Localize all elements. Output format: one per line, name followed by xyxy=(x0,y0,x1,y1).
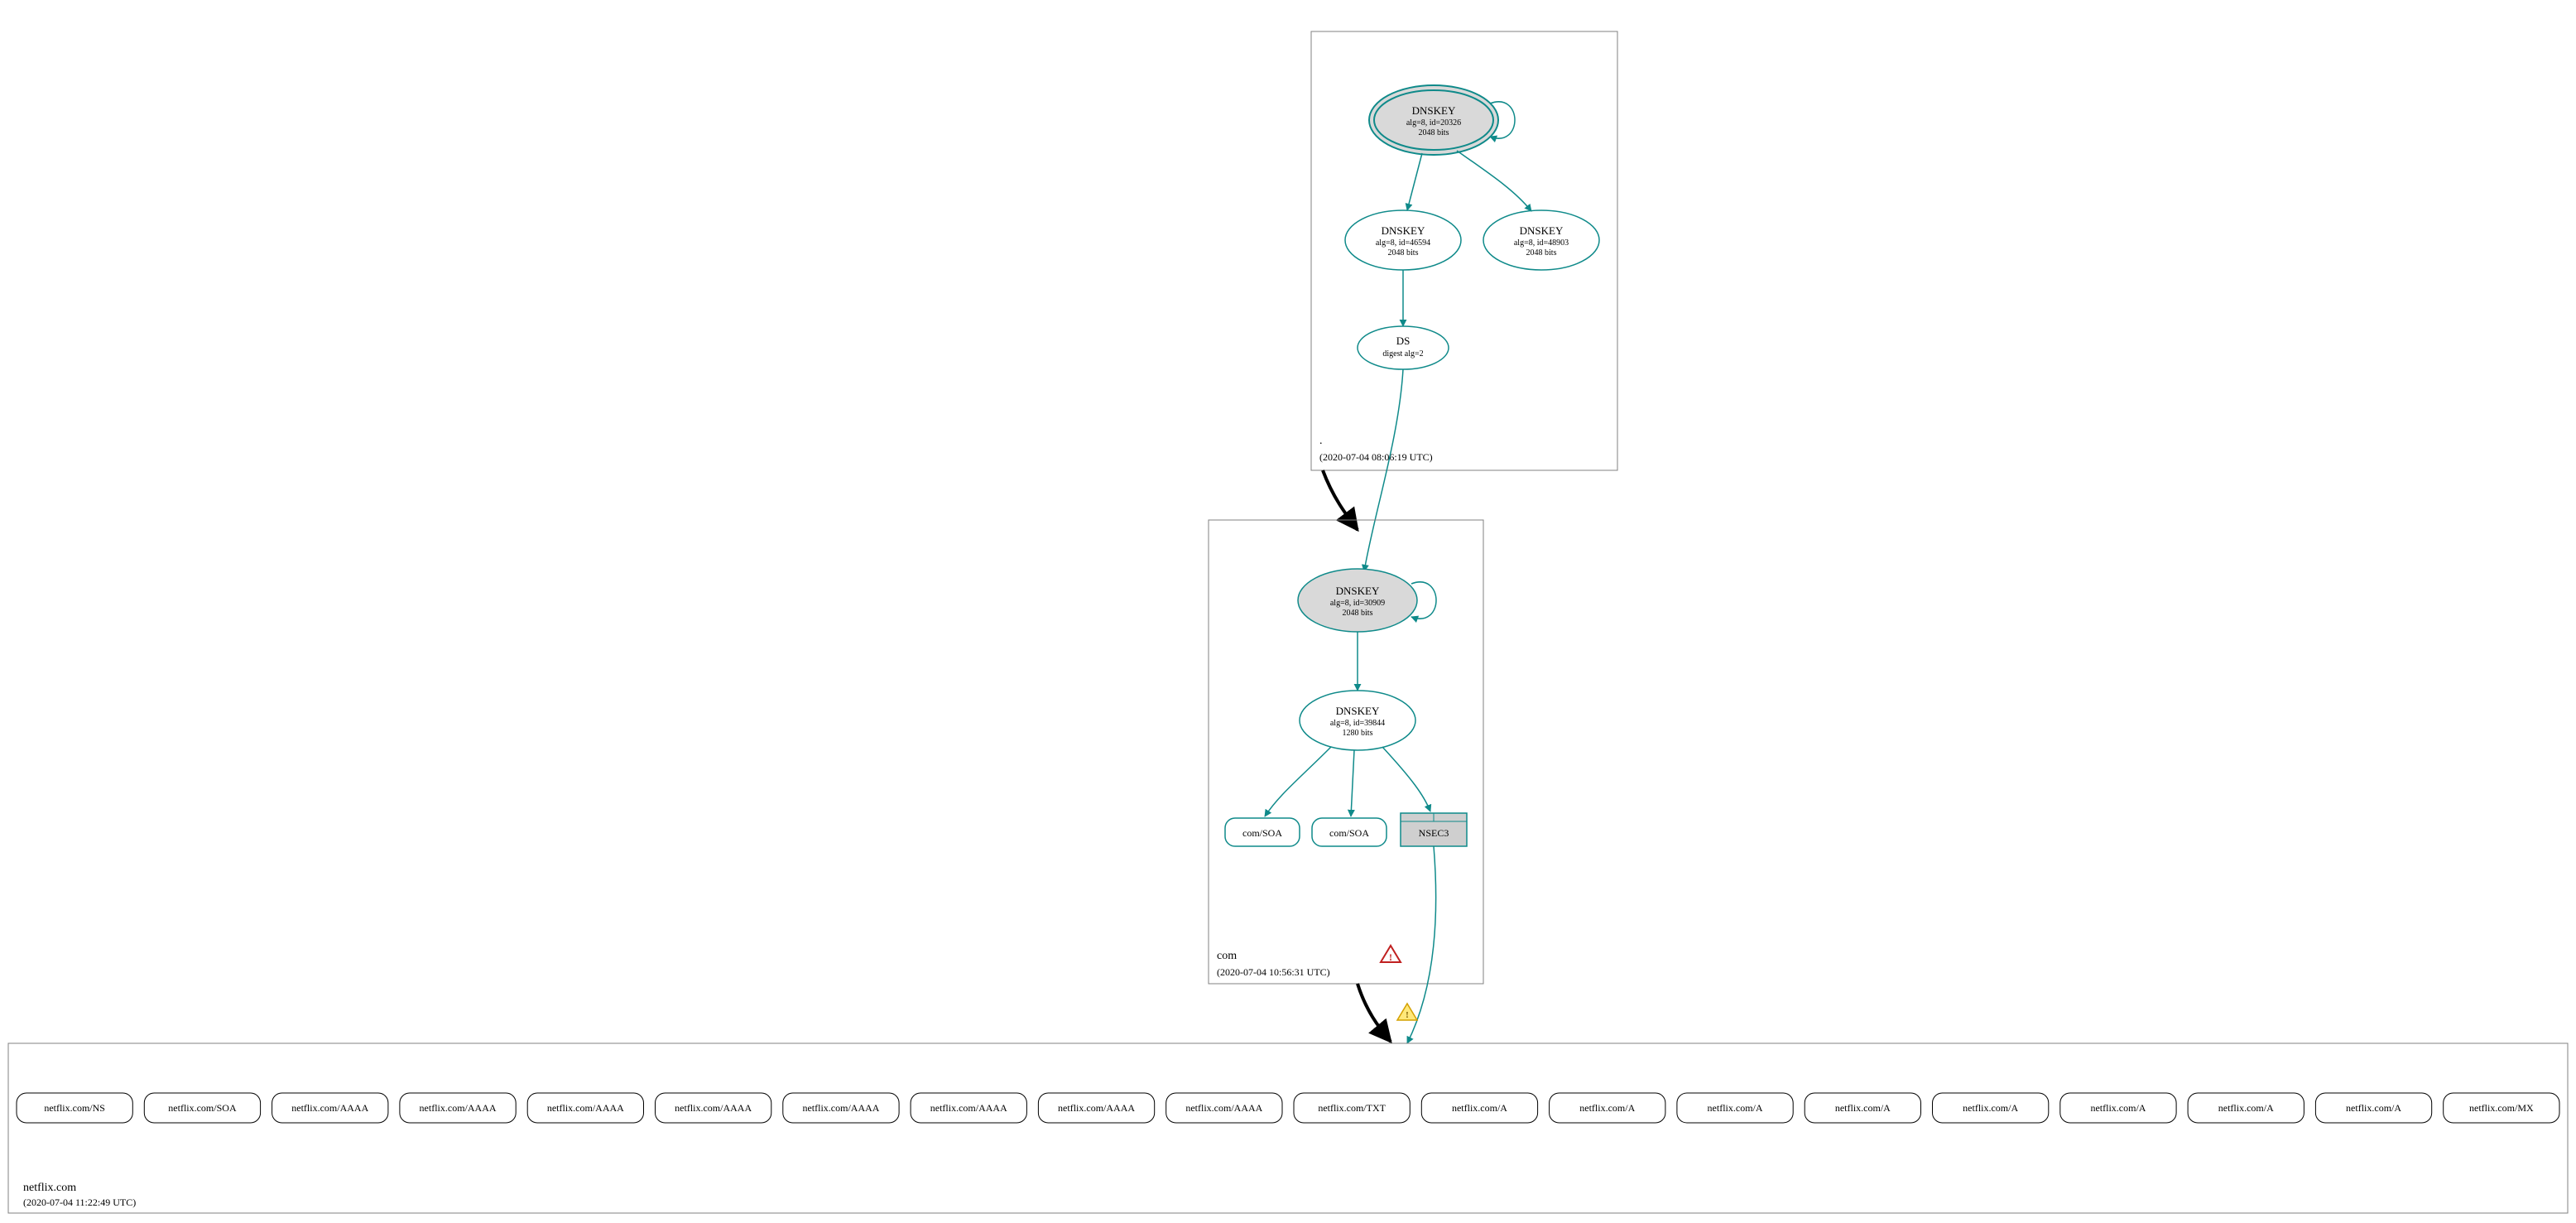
record-label: netflix.com/MX xyxy=(2469,1102,2534,1114)
svg-text:com/SOA: com/SOA xyxy=(1242,827,1282,839)
zone-root-name: . xyxy=(1319,435,1323,447)
node-root-ds: DS digest alg=2 xyxy=(1358,326,1449,369)
zone-com-name: com xyxy=(1217,950,1237,962)
node-root-zsk1: DNSKEY alg=8, id=46594 2048 bits xyxy=(1345,210,1461,270)
record-box: netflix.com/AAAA xyxy=(400,1093,516,1123)
svg-text:DNSKEY: DNSKEY xyxy=(1336,585,1380,597)
edge-com-to-netflix-box xyxy=(1358,984,1391,1042)
svg-text:1280 bits: 1280 bits xyxy=(1343,729,1373,738)
record-box: netflix.com/AAAA xyxy=(1166,1093,1282,1123)
record-box: netflix.com/A xyxy=(2060,1093,2176,1123)
svg-text:DS: DS xyxy=(1396,335,1411,347)
edge-com-zsk-soa1 xyxy=(1265,747,1331,816)
zone-com-timestamp: (2020-07-04 10:56:31 UTC) xyxy=(1217,966,1330,978)
edge-root-to-com-box xyxy=(1323,470,1358,530)
record-box: netflix.com/TXT xyxy=(1294,1093,1410,1123)
record-box: netflix.com/NS xyxy=(17,1093,132,1123)
record-box: netflix.com/MX xyxy=(2444,1093,2559,1123)
svg-text:alg=8, id=39844: alg=8, id=39844 xyxy=(1330,719,1385,728)
svg-text:NSEC3: NSEC3 xyxy=(1419,827,1449,839)
node-com-zsk: DNSKEY alg=8, id=39844 1280 bits xyxy=(1300,691,1415,750)
record-box: netflix.com/A xyxy=(2188,1093,2304,1123)
svg-text:DNSKEY: DNSKEY xyxy=(1412,104,1456,117)
record-label: netflix.com/AAAA xyxy=(420,1102,497,1114)
record-box: netflix.com/SOA xyxy=(144,1093,260,1123)
record-label: netflix.com/AAAA xyxy=(1058,1102,1135,1114)
record-label: netflix.com/A xyxy=(2346,1102,2401,1114)
dnssec-diagram: . (2020-07-04 08:06:19 UTC) DNSKEY alg=8… xyxy=(0,0,2576,1223)
node-root-zsk2: DNSKEY alg=8, id=48903 2048 bits xyxy=(1483,210,1599,270)
zone-netflix-timestamp: (2020-07-04 11:22:49 UTC) xyxy=(23,1197,136,1208)
svg-text:alg=8, id=20326: alg=8, id=20326 xyxy=(1406,118,1461,128)
svg-text:DNSKEY: DNSKEY xyxy=(1336,705,1380,717)
record-box: netflix.com/AAAA xyxy=(1038,1093,1154,1123)
svg-text:com/SOA: com/SOA xyxy=(1329,827,1369,839)
record-label: netflix.com/A xyxy=(1963,1102,2018,1114)
record-box: netflix.com/AAAA xyxy=(911,1093,1026,1123)
node-com-soa-2: com/SOA xyxy=(1312,818,1387,846)
svg-text:alg=8, id=46594: alg=8, id=46594 xyxy=(1376,238,1430,248)
node-com-soa-1: com/SOA xyxy=(1225,818,1300,846)
record-label: netflix.com/SOA xyxy=(168,1102,237,1114)
svg-text:DNSKEY: DNSKEY xyxy=(1382,224,1425,237)
edge-com-zsk-nsec3 xyxy=(1382,747,1430,811)
svg-text:2048 bits: 2048 bits xyxy=(1526,248,1557,258)
record-label: netflix.com/AAAA xyxy=(802,1102,879,1114)
record-box: netflix.com/A xyxy=(1677,1093,1793,1123)
svg-text:alg=8, id=30909: alg=8, id=30909 xyxy=(1330,599,1385,608)
record-box: netflix.com/AAAA xyxy=(272,1093,388,1123)
zone-netflix: netflix.com (2020-07-04 11:22:49 UTC) ne… xyxy=(8,1043,2568,1213)
svg-text:alg=8, id=48903: alg=8, id=48903 xyxy=(1514,238,1569,248)
zone-netflix-name: netflix.com xyxy=(23,1182,76,1194)
record-label: netflix.com/A xyxy=(2218,1102,2274,1114)
record-label: netflix.com/AAAA xyxy=(930,1102,1007,1114)
record-label: netflix.com/A xyxy=(1708,1102,1763,1114)
svg-text:digest alg=2: digest alg=2 xyxy=(1382,349,1423,359)
node-root-ksk: DNSKEY alg=8, id=20326 2048 bits xyxy=(1369,85,1498,155)
record-label: netflix.com/A xyxy=(1579,1102,1635,1114)
zone-root: . (2020-07-04 08:06:19 UTC) DNSKEY alg=8… xyxy=(1311,31,1617,470)
record-box: netflix.com/AAAA xyxy=(527,1093,643,1123)
warning-red-icon: ! xyxy=(1381,946,1401,963)
node-com-ksk: DNSKEY alg=8, id=30909 2048 bits xyxy=(1298,569,1417,632)
record-label: netflix.com/AAAA xyxy=(1185,1102,1262,1114)
record-box: netflix.com/AAAA xyxy=(783,1093,899,1123)
record-box: netflix.com/AAAA xyxy=(656,1093,771,1123)
record-label: netflix.com/TXT xyxy=(1318,1102,1386,1114)
edge-root-ksk-zsk2 xyxy=(1457,151,1531,211)
record-label: netflix.com/A xyxy=(1452,1102,1507,1114)
record-box: netflix.com/A xyxy=(1805,1093,1920,1123)
svg-text:DNSKEY: DNSKEY xyxy=(1520,224,1564,237)
node-nsec3: NSEC3 xyxy=(1401,813,1467,846)
svg-text:2048 bits: 2048 bits xyxy=(1388,248,1419,258)
record-label: netflix.com/A xyxy=(1835,1102,1891,1114)
warning-yellow-icon: ! xyxy=(1397,1004,1417,1020)
record-label: netflix.com/AAAA xyxy=(675,1102,752,1114)
svg-text:2048 bits: 2048 bits xyxy=(1343,609,1373,618)
record-label: netflix.com/AAAA xyxy=(547,1102,624,1114)
record-label: netflix.com/A xyxy=(2090,1102,2146,1114)
zone-com: com (2020-07-04 10:56:31 UTC) DNSKEY alg… xyxy=(1209,520,1483,984)
edge-com-zsk-soa2 xyxy=(1351,750,1354,816)
svg-text:!: ! xyxy=(1389,951,1392,963)
svg-text:!: ! xyxy=(1406,1010,1409,1020)
record-label: netflix.com/AAAA xyxy=(291,1102,368,1114)
record-box: netflix.com/A xyxy=(2315,1093,2431,1123)
edge-root-ksk-zsk1 xyxy=(1407,153,1422,210)
record-box: netflix.com/A xyxy=(1421,1093,1537,1123)
svg-text:2048 bits: 2048 bits xyxy=(1419,128,1449,137)
record-box: netflix.com/A xyxy=(1550,1093,1665,1123)
record-label: netflix.com/NS xyxy=(44,1102,105,1114)
zone-root-timestamp: (2020-07-04 08:06:19 UTC) xyxy=(1319,451,1433,463)
record-box: netflix.com/A xyxy=(1933,1093,2049,1123)
